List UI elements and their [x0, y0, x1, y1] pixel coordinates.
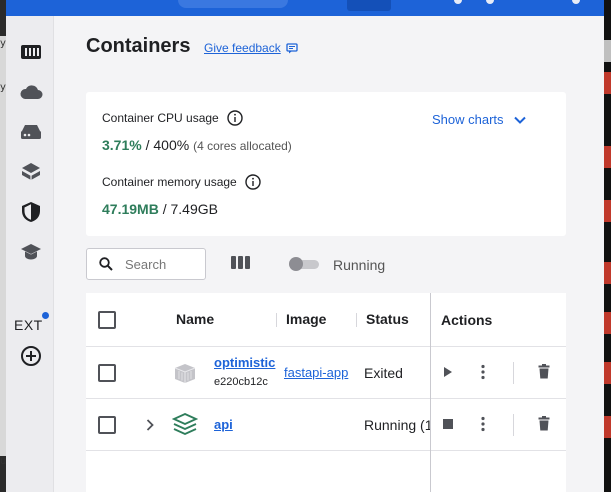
give-feedback-label: Give feedback — [204, 41, 281, 55]
status-text: Exited — [364, 365, 403, 381]
delete-icon[interactable] — [538, 364, 550, 379]
background-window-strip — [604, 200, 611, 222]
background-window-strip — [604, 312, 611, 334]
main-content: Containers Give feedback Container CPU u… — [55, 16, 604, 492]
extensions-update-badge — [42, 312, 49, 319]
memory-usage-amount: 47.19MB — [102, 201, 159, 217]
container-id: e220cb12c — [214, 376, 268, 388]
column-bar — [231, 256, 236, 269]
give-feedback-link[interactable]: Give feedback — [204, 41, 298, 55]
toggle-knob — [289, 257, 303, 271]
row-checkbox[interactable] — [98, 416, 116, 434]
chevron-down-icon — [513, 116, 526, 124]
volumes-icon[interactable] — [19, 120, 43, 144]
container-icon — [174, 364, 196, 383]
cpu-usage-percent: 3.71% — [102, 137, 142, 153]
column-header-image[interactable]: Image — [286, 311, 326, 327]
cpu-usage-label: Container CPU usage — [102, 111, 219, 125]
sidebar: EXT — [6, 16, 54, 492]
container-name-link[interactable]: api — [214, 417, 276, 432]
plus-circle-icon[interactable] — [19, 344, 43, 368]
containers-table: Name Image Status Actions optimistic e22… — [86, 293, 566, 492]
memory-usage-value: 47.19MB / 7.49GB — [102, 201, 218, 217]
search-icon — [99, 257, 113, 271]
column-header-status[interactable]: Status — [366, 311, 409, 327]
builds-icon[interactable] — [19, 160, 43, 184]
column-divider[interactable] — [276, 313, 277, 327]
background-window-strip — [604, 40, 611, 62]
info-icon[interactable] — [245, 174, 261, 190]
delete-icon[interactable] — [538, 416, 550, 431]
info-icon[interactable] — [227, 110, 243, 126]
scout-shield-icon[interactable] — [19, 200, 43, 224]
background-window-strip — [604, 262, 611, 284]
title-bar — [6, 0, 604, 16]
settings-icon[interactable] — [454, 0, 462, 4]
global-search-field[interactable] — [178, 0, 288, 8]
image-link[interactable]: fastapi-app — [284, 365, 356, 380]
action-divider — [513, 362, 514, 384]
running-only-label: Running — [333, 257, 386, 273]
cpu-usage-label-row: Container CPU usage — [102, 110, 243, 126]
search-input[interactable] — [125, 256, 185, 272]
account-icon[interactable] — [486, 0, 494, 4]
more-options-icon[interactable] — [480, 416, 486, 432]
columns-icon[interactable] — [231, 256, 251, 272]
search-button[interactable] — [347, 0, 391, 11]
compose-stack-icon — [172, 413, 198, 435]
usage-card: Container CPU usage 3.71% / 400% (4 core… — [86, 92, 566, 236]
column-divider[interactable] — [356, 313, 357, 327]
more-options-icon[interactable] — [480, 364, 486, 380]
row-checkbox[interactable] — [98, 364, 116, 382]
cpu-usage-total: / 400% — [141, 137, 190, 153]
column-header-actions: Actions — [441, 312, 493, 328]
column-header-name[interactable]: Name — [176, 311, 214, 327]
memory-usage-label-row: Container memory usage — [102, 174, 261, 190]
status-text: Running (1 — [364, 417, 430, 433]
cpu-cores-note: (4 cores allocated) — [193, 139, 292, 153]
memory-usage-total: / 7.49GB — [158, 201, 218, 217]
extensions-label[interactable]: EXT — [14, 317, 43, 333]
table-row[interactable]: optimistic e220cb12c fastapi-app Exited — [86, 347, 566, 399]
learning-center-icon[interactable] — [19, 240, 43, 264]
background-window-strip — [604, 416, 611, 438]
cloud-icon[interactable] — [19, 80, 43, 104]
table-row[interactable]: api Running (1 — [86, 399, 566, 451]
cpu-usage-value: 3.71% / 400% (4 cores allocated) — [102, 137, 292, 153]
actions-column-divider — [430, 293, 431, 492]
background-window-strip — [604, 72, 611, 94]
select-all-checkbox[interactable] — [98, 311, 116, 329]
background-window-strip — [604, 362, 611, 384]
feedback-icon — [286, 42, 298, 53]
action-divider — [513, 414, 514, 436]
page-title: Containers — [86, 35, 191, 57]
container-search-field[interactable] — [86, 248, 206, 280]
table-header: Name Image Status Actions — [86, 293, 566, 347]
chevron-right-icon[interactable] — [146, 419, 154, 431]
column-bar — [238, 256, 243, 269]
column-bar — [245, 256, 250, 269]
right-window-edge — [604, 0, 611, 492]
containers-icon[interactable] — [19, 40, 43, 64]
container-name-link[interactable]: optimistic — [214, 355, 276, 370]
start-icon[interactable] — [443, 366, 453, 378]
running-only-toggle[interactable] — [289, 257, 319, 271]
memory-usage-label: Container memory usage — [102, 175, 237, 189]
show-charts-button[interactable]: Show charts — [432, 112, 526, 127]
help-icon[interactable] — [572, 0, 580, 4]
stop-icon[interactable] — [443, 419, 453, 429]
show-charts-label: Show charts — [432, 112, 504, 127]
background-window-strip — [604, 146, 611, 168]
